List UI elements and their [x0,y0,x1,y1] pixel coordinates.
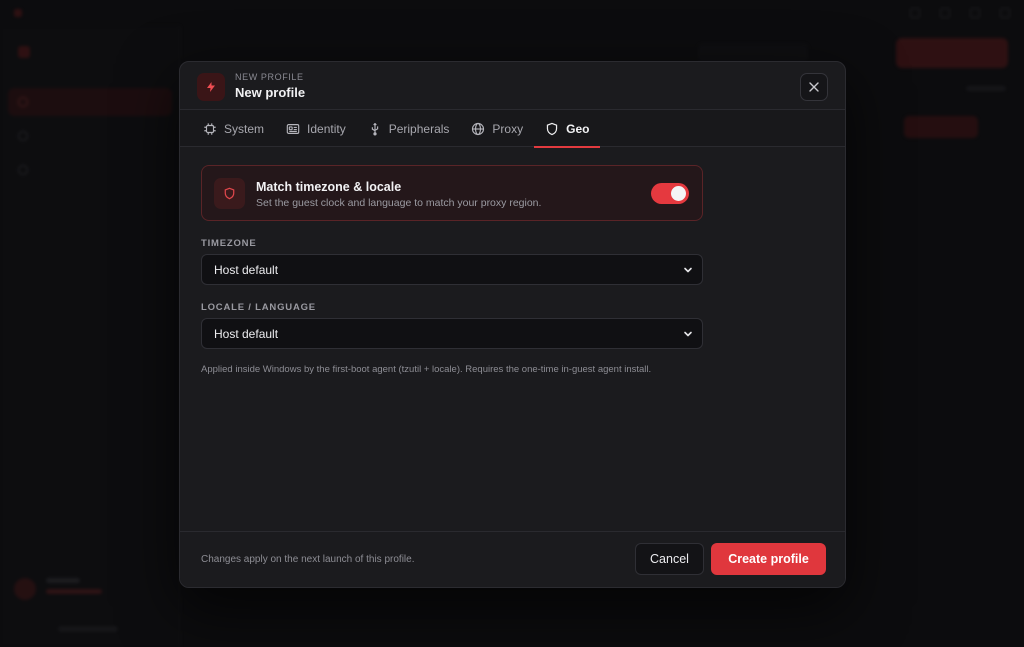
chevron-down-icon [684,267,692,273]
tab-label: Identity [307,121,346,136]
window-control-icon [940,8,950,18]
match-toggle[interactable] [651,183,689,204]
bolt-icon [197,73,225,101]
match-title: Match timezone & locale [256,180,402,194]
modal-title: New profile [235,85,306,100]
globe-icon [472,122,485,135]
window-controls [910,8,1010,18]
shield-icon [546,122,558,135]
match-subtitle: Set the guest clock and language to matc… [256,197,542,209]
app-logo-icon [14,9,22,17]
locale-value: Host default [214,326,279,341]
tab-label: System [224,121,265,136]
tab-label: Geo [566,121,590,136]
new-profile-modal: NEW PROFILE New profile System Identity [179,61,846,588]
tab-identity[interactable]: Identity [275,110,357,147]
sidebar-item [8,122,172,150]
locale-label: LOCALE / LANGUAGE [201,302,316,313]
window-control-icon [970,8,980,18]
sidebar-item-active [8,88,172,116]
sidebar-user [14,578,102,600]
chevron-down-icon [684,331,692,337]
search-placeholder [698,44,808,62]
new-profile-bg-button [896,38,1008,68]
window-control-icon [1000,8,1010,18]
tab-label: Proxy [492,121,524,136]
create-profile-button[interactable]: Create profile [711,543,826,575]
sidebar-nav [8,88,172,190]
sidebar-brand [18,46,30,58]
nav-icon [18,165,28,175]
usb-icon [371,122,378,136]
modal-footer: Changes apply on the next launch of this… [180,531,845,587]
tab-bar: System Identity Peripherals Proxy Geo [180,110,845,148]
window-titlebar [0,0,1024,26]
user-info [46,578,102,600]
close-button[interactable] [800,73,828,101]
cancel-button[interactable]: Cancel [635,543,704,575]
tab-peripherals[interactable]: Peripherals [357,110,461,147]
tab-proxy[interactable]: Proxy [460,110,534,147]
bg-pill [904,116,978,138]
timezone-select[interactable]: Host default [201,254,703,285]
id-card-icon [286,123,300,134]
tab-geo[interactable]: Geo [534,110,601,148]
tab-label: Peripherals [388,121,450,136]
nav-icon [18,97,28,107]
brand-logo-icon [18,46,30,58]
sidebar-item [8,156,172,184]
tab-system[interactable]: System [192,110,275,147]
window-control-icon [910,8,920,18]
nav-icon [18,131,28,141]
footer-note: Changes apply on the next launch of this… [201,554,415,565]
avatar [14,578,36,600]
toggle-knob [671,186,686,201]
locale-select[interactable]: Host default [201,318,703,349]
match-timezone-card: Match timezone & locale Set the guest cl… [201,165,703,221]
timezone-value: Host default [214,262,279,277]
titlebar-brand [14,9,22,17]
modal-eyebrow: NEW PROFILE [235,72,304,82]
modal-header: NEW PROFILE New profile [180,62,845,110]
geo-note: Applied inside Windows by the first-boot… [201,364,652,375]
bg-line [966,86,1006,91]
geo-panel: Match timezone & locale Set the guest cl… [201,165,703,375]
close-icon [809,82,819,92]
chip-icon [204,122,216,135]
sidebar [0,26,180,647]
shield-icon [214,178,245,209]
sign-out-placeholder [58,626,118,632]
timezone-label: TIMEZONE [201,238,257,249]
